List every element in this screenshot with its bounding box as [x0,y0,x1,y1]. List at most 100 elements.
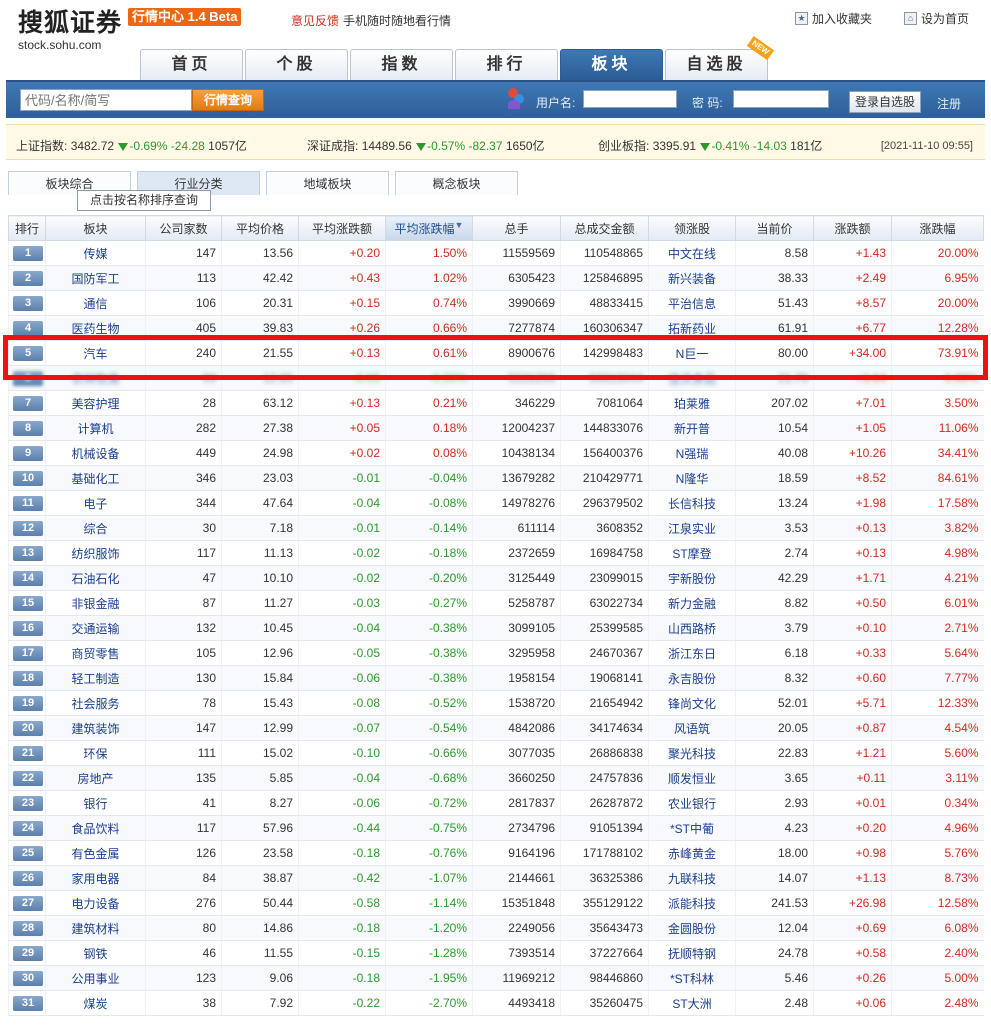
table-row[interactable]: 31 煤炭 38 7.92 -0.22 -2.70% 4493418 35260475 ST大洲… [8,990,984,1016]
nav-tab-sector[interactable]: 板块 [560,49,663,80]
nav-tab-ranking[interactable]: 排行 [455,49,558,80]
cell-sector[interactable]: 煤炭 [45,990,146,1016]
table-row[interactable]: 29 钢铁 46 11.55 -0.15 -1.28% 7393514 37227664 抚顺特… [8,940,984,966]
column-header-avg-change-pct[interactable]: 平均涨跌幅▼ [385,215,473,241]
table-row[interactable]: 27 电力设备 276 50.44 -0.58 -1.14% 15351848 3551291… [8,890,984,916]
table-row[interactable]: 28 建筑材料 80 14.86 -0.18 -1.20% 2249056 35643473 金… [8,915,984,941]
cell-sector[interactable]: 建筑材料 [45,915,146,941]
table-row[interactable]: 2 国防军工 113 42.42 +0.43 1.02% 6305423 125846895 新… [8,265,984,291]
column-header-rank[interactable]: 排行 [8,215,46,241]
cell-sector[interactable]: 电子 [45,490,146,516]
column-header-total-turnover[interactable]: 总成交金额 [560,215,649,241]
cell-sector[interactable]: 计算机 [45,415,146,441]
cell-leading-stock[interactable]: 佳沃食品 [648,365,736,391]
cell-leading-stock[interactable]: N隆华 [648,465,736,491]
cell-leading-stock[interactable]: 金圆股份 [648,915,736,941]
cell-sector[interactable]: 钢铁 [45,940,146,966]
column-header-company-count[interactable]: 公司家数 [145,215,222,241]
cell-sector[interactable]: 汽车 [45,340,146,366]
nav-tab-home[interactable]: 首页 [140,49,243,80]
column-header-avg-price[interactable]: 平均价格 [221,215,299,241]
logo[interactable]: 搜狐证券 stock.sohu.com [18,8,122,51]
table-row[interactable]: 30 公用事业 123 9.06 -0.18 -1.95% 11969212 98446860… [8,965,984,991]
cell-leading-stock[interactable]: *ST中葡 [648,815,736,841]
cell-leading-stock[interactable]: N巨一 [648,340,736,366]
search-input[interactable] [20,89,192,111]
password-field[interactable] [733,90,829,108]
column-header-leading-stock[interactable]: 领涨股 [648,215,736,241]
cell-leading-stock[interactable]: 新兴装备 [648,265,736,291]
cell-sector[interactable]: 综合 [45,515,146,541]
cell-sector[interactable]: 公用事业 [45,965,146,991]
table-row[interactable]: 21 环保 111 15.02 -0.10 -0.66% 3077035 26886838 聚光… [8,740,984,766]
table-row[interactable]: 23 银行 41 8.27 -0.06 -0.72% 2817837 26287872 农业银行… [8,790,984,816]
column-header-avg-change[interactable]: 平均涨跌额 [298,215,386,241]
cell-sector[interactable]: 通信 [45,290,146,316]
cell-sector[interactable]: 有色金属 [45,840,146,866]
cell-leading-stock[interactable]: 平治信息 [648,290,736,316]
login-button[interactable]: 登录自选股 [849,91,921,113]
column-header-total-volume[interactable]: 总手 [472,215,561,241]
cell-leading-stock[interactable]: 农业银行 [648,790,736,816]
cell-leading-stock[interactable]: 宇新股份 [648,565,736,591]
table-row[interactable]: 6 农林牧渔 99 12.85 -0.05 -0.36% 5531266 50813044 佳沃… [8,365,984,391]
cell-leading-stock[interactable]: 风语筑 [648,715,736,741]
cell-sector[interactable]: 电力设备 [45,890,146,916]
cell-leading-stock[interactable]: 拓新药业 [648,315,736,341]
table-row[interactable]: 5 汽车 240 21.55 +0.13 0.61% 8900676 142998483 N巨一… [8,340,984,366]
cell-sector[interactable]: 银行 [45,790,146,816]
subtab-concept[interactable]: 概念板块 [395,171,518,195]
cell-sector[interactable]: 基础化工 [45,465,146,491]
cell-sector[interactable]: 国防军工 [45,265,146,291]
index-shanghai[interactable]: 上证指数: 3482.72 -0.69% -24.28 1057亿 [16,137,247,154]
cell-sector[interactable]: 纺织服饰 [45,540,146,566]
cell-sector[interactable]: 非银金融 [45,590,146,616]
cell-leading-stock[interactable]: 聚光科技 [648,740,736,766]
cell-sector[interactable]: 传媒 [45,240,146,266]
cell-leading-stock[interactable]: 抚顺特钢 [648,940,736,966]
table-row[interactable]: 4 医药生物 405 39.83 +0.26 0.66% 7277874 160306347 拓… [8,315,984,341]
index-shenzhen[interactable]: 深证成指: 14489.56 -0.57% -82.37 1650亿 [307,137,545,154]
cell-leading-stock[interactable]: 浙江东日 [648,640,736,666]
cell-sector[interactable]: 家用电器 [45,865,146,891]
cell-leading-stock[interactable]: 新力金融 [648,590,736,616]
nav-tab-index[interactable]: 指数 [350,49,453,80]
table-row[interactable]: 25 有色金属 126 23.58 -0.18 -0.76% 9164196 17178810… [8,840,984,866]
cell-sector[interactable]: 建筑装饰 [45,715,146,741]
nav-tab-stock[interactable]: 个股 [245,49,348,80]
cell-leading-stock[interactable]: 锋尚文化 [648,690,736,716]
cell-leading-stock[interactable]: 山西路桥 [648,615,736,641]
table-row[interactable]: 3 通信 106 20.31 +0.15 0.74% 3990669 48833415 平治信息… [8,290,984,316]
add-favorite-link[interactable]: ★ 加入收藏夹 [795,10,872,27]
cell-leading-stock[interactable]: 九联科技 [648,865,736,891]
cell-leading-stock[interactable]: 中文在线 [648,240,736,266]
cell-sector[interactable]: 农林牧渔 [45,365,146,391]
table-row[interactable]: 1 传媒 147 13.56 +0.20 1.50% 11559569 110548865 中文… [8,240,984,266]
mobile-link[interactable]: 手机随时随地看行情 [343,12,451,29]
username-field[interactable] [583,90,677,108]
table-row[interactable]: 10 基础化工 346 23.03 -0.01 -0.04% 13679282 2104297… [8,465,984,491]
table-row[interactable]: 17 商贸零售 105 12.96 -0.05 -0.38% 3295958 24670367… [8,640,984,666]
cell-leading-stock[interactable]: ST摩登 [648,540,736,566]
table-row[interactable]: 20 建筑装饰 147 12.99 -0.07 -0.54% 4842086 34174634… [8,715,984,741]
cell-sector[interactable]: 房地产 [45,765,146,791]
cell-sector[interactable]: 交通运输 [45,615,146,641]
cell-leading-stock[interactable]: N强瑞 [648,440,736,466]
cell-sector[interactable]: 商贸零售 [45,640,146,666]
column-header-change-pct[interactable]: 涨跌幅 [891,215,984,241]
cell-leading-stock[interactable]: 派能科技 [648,890,736,916]
cell-sector[interactable]: 美容护理 [45,390,146,416]
subtab-region[interactable]: 地域板块 [266,171,389,195]
cell-sector[interactable]: 机械设备 [45,440,146,466]
table-row[interactable]: 15 非银金融 87 11.27 -0.03 -0.27% 5258787 63022734 新… [8,590,984,616]
cell-leading-stock[interactable]: 赤峰黄金 [648,840,736,866]
table-row[interactable]: 18 轻工制造 130 15.84 -0.06 -0.38% 1958154 19068141… [8,665,984,691]
table-row[interactable]: 16 交通运输 132 10.45 -0.04 -0.38% 3099105 25399585… [8,615,984,641]
search-button[interactable]: 行情查询 [192,89,264,111]
cell-sector[interactable]: 环保 [45,740,146,766]
cell-leading-stock[interactable]: 珀莱雅 [648,390,736,416]
column-header-current-price[interactable]: 当前价 [735,215,814,241]
cell-sector[interactable]: 食品饮料 [45,815,146,841]
table-row[interactable]: 11 电子 344 47.64 -0.04 -0.08% 14978276 296379502… [8,490,984,516]
cell-sector[interactable]: 医药生物 [45,315,146,341]
